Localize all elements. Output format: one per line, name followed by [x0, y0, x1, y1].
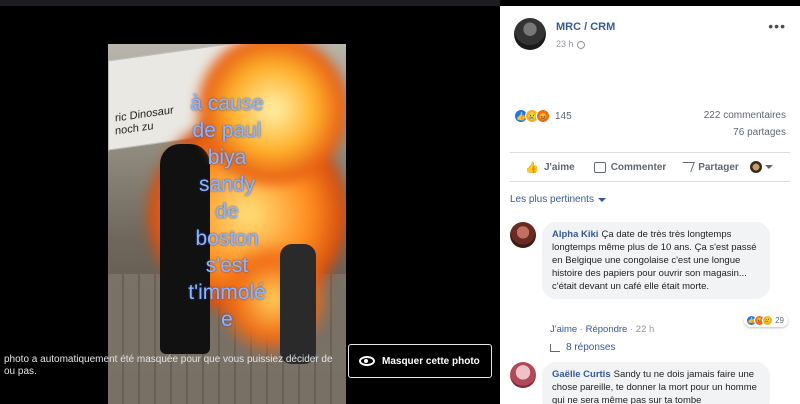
post-photo[interactable]: ric Dinosaur noch zu à cause de paul biy…: [108, 44, 346, 404]
like-button[interactable]: 👍 J'aime: [510, 161, 590, 174]
post-stats: 👍 😢 😡 145 222 commentaires 76 partages: [500, 106, 800, 146]
caption-line: e: [221, 308, 233, 331]
globe-icon: [576, 40, 585, 49]
comment-item: Alpha Kiki Ça date de très très longtemps…: [510, 222, 790, 342]
comment-reaction-count: 29: [775, 316, 784, 325]
comment-meta: J'aime · Répondre · 22 h: [550, 324, 654, 335]
comment-button[interactable]: Commenter: [590, 161, 670, 173]
page-name-link[interactable]: MRC / CRM: [556, 21, 615, 33]
sort-label: Les plus pertinents: [510, 194, 594, 205]
comment-like-link[interactable]: J'aime: [550, 324, 577, 335]
angry-reaction-icon: 😡: [536, 109, 550, 123]
post-actions-bar: 👍 J'aime Commenter Partager: [510, 152, 790, 182]
like-button-label: J'aime: [543, 161, 575, 173]
top-bar: [0, 0, 500, 6]
comment-reactions[interactable]: 👍 😡 😢 29: [744, 314, 788, 327]
chevron-down-icon: [765, 165, 773, 169]
share-arrow-icon: [679, 162, 696, 172]
caption-line: de paul: [192, 119, 262, 142]
comment-bubble: Gaëlle Curtis Sandy tu ne dois jamais fai…: [542, 362, 770, 404]
post-timestamp[interactable]: 23 h: [556, 39, 585, 49]
shares-count-link[interactable]: 76 partages: [733, 127, 786, 138]
caption-line: de: [215, 200, 239, 223]
eye-icon: [359, 356, 375, 366]
hide-photo-button[interactable]: Masquer cette photo: [348, 344, 492, 378]
caption-line: sandy: [198, 173, 256, 196]
comment-author[interactable]: Gaëlle Curtis: [552, 369, 611, 380]
caption-line: boston: [195, 227, 259, 250]
user-avatar: [750, 161, 762, 173]
reaction-count: 145: [555, 110, 572, 122]
hide-photo-label: Masquer cette photo: [382, 355, 480, 367]
comment-button-label: Commenter: [610, 161, 667, 173]
comment-author[interactable]: Alpha Kiki: [552, 229, 598, 240]
post-time-text: 23 h: [556, 39, 574, 49]
caption-line: à cause: [190, 92, 264, 115]
more-options-icon[interactable]: •••: [768, 18, 786, 34]
chevron-down-icon: [597, 197, 606, 202]
photo-stage: ric Dinosaur noch zu à cause de paul biy…: [0, 0, 500, 404]
comment-age[interactable]: 22 h: [636, 324, 655, 335]
thumbs-up-icon: 👍: [525, 161, 539, 174]
commenter-avatar[interactable]: [510, 362, 536, 388]
photo-masked-notice: photo a automatiquement été masquée pour…: [4, 354, 333, 377]
replies-label: 8 réponses: [566, 342, 616, 353]
sad-reaction-icon: 😢: [762, 315, 774, 326]
comment-icon: [593, 161, 606, 173]
post-header: MRC / CRM 23 h •••: [500, 6, 800, 56]
view-replies-link[interactable]: 8 réponses: [550, 342, 615, 353]
post-as-selector[interactable]: [750, 161, 790, 173]
caption-line: s'est: [205, 254, 249, 277]
photo-viewer-window: ric Dinosaur noch zu à cause de paul biy…: [0, 0, 800, 404]
reply-arrow-icon: [550, 343, 560, 352]
share-button-label: Partager: [698, 161, 739, 173]
caption-line: t'immolé: [188, 281, 266, 304]
photo-text-overlay: à cause de paul biya sandy de boston s'e…: [108, 90, 346, 333]
comment-reply-link[interactable]: Répondre: [586, 324, 628, 335]
comments-count-link[interactable]: 222 commentaires: [704, 110, 786, 121]
caption-line: biya: [207, 146, 247, 169]
post-sidebar: MRC / CRM 23 h ••• 👍 😢 😡 145 222 comment…: [500, 6, 800, 404]
comment-item: Gaëlle Curtis Sandy tu ne dois jamais fai…: [510, 362, 790, 404]
reaction-summary[interactable]: 👍 😢 😡 145: [514, 109, 572, 123]
share-button[interactable]: Partager: [670, 162, 750, 173]
comment-sort-dropdown[interactable]: Les plus pertinents: [510, 194, 606, 205]
comment-bubble: Alpha Kiki Ça date de très très longtemps…: [542, 222, 770, 299]
commenter-avatar[interactable]: [510, 222, 536, 248]
page-avatar[interactable]: [514, 18, 546, 50]
